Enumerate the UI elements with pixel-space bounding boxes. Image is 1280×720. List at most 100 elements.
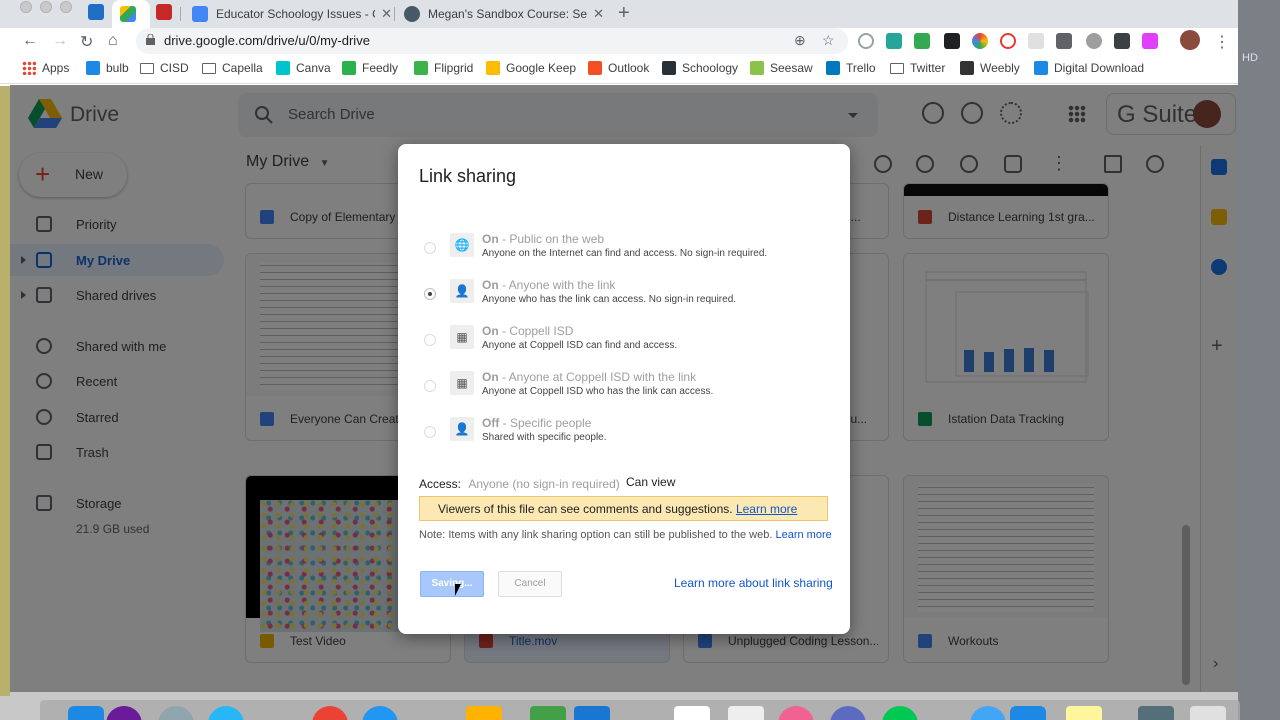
bookmark-label: Outlook [608, 61, 650, 75]
bookmark-label: Twitter [910, 61, 946, 75]
drive-favicon-icon [120, 6, 136, 22]
sharing-option[interactable]: 👤 On - Anyone with the link Anyone who has… [398, 278, 850, 324]
bookmark-label: Trello [846, 61, 876, 75]
bookmark-favicon-icon [1034, 61, 1048, 75]
dock-keynote-icon[interactable] [574, 706, 610, 720]
extension-red-icon[interactable] [1000, 33, 1016, 49]
bookmark-twitter[interactable]: Twitter [890, 61, 945, 75]
bookmark-label: Weebly [980, 61, 1020, 75]
option-title: On - Coppell ISD [482, 324, 573, 338]
dialog-title: Link sharing [419, 166, 517, 186]
extension-dark-icon[interactable] [1114, 33, 1130, 49]
extension-chrome-icon[interactable] [972, 33, 988, 49]
radio-button[interactable] [424, 426, 436, 438]
bookmark-digital-download[interactable]: Digital Download [1034, 61, 1144, 75]
bookmark-google-keep[interactable]: Google Keep [486, 61, 576, 75]
sharing-option[interactable]: ▦ On - Anyone at Coppell ISD with the lin… [398, 370, 850, 416]
forward-button[interactable]: → [52, 32, 68, 50]
bookmark-flipgrid[interactable]: Flipgrid [414, 61, 473, 75]
dock-launchpad-icon[interactable] [158, 706, 194, 720]
tab-educator-schoology[interactable]: Educator Schoology Issues - G ✕ [184, 0, 392, 28]
bookmark-cisd[interactable]: CISD [140, 61, 189, 75]
close-tab-icon[interactable]: ✕ [593, 6, 604, 22]
bookmark-star-icon[interactable]: ☆ [822, 32, 835, 49]
pinned-tab-red[interactable] [156, 4, 172, 20]
drive-pinned-tab[interactable] [112, 0, 150, 28]
close-tab-icon[interactable]: ✕ [381, 6, 392, 22]
cancel-button[interactable]: Cancel [498, 571, 562, 597]
save-button[interactable]: Saving... [420, 571, 484, 597]
bookmark-feedly[interactable]: Feedly [342, 61, 398, 75]
dock-facetime-icon[interactable] [882, 706, 918, 720]
banner-text: Viewers of this file can see comments an… [438, 502, 733, 516]
globe-icon: 🌐 [450, 233, 474, 257]
sharing-option[interactable]: ▦ On - Coppell ISD Anyone at Coppell ISD c… [398, 324, 850, 370]
link-sharing-dialog: Link sharing 🌐 On - Public on the web Anyo… [398, 144, 850, 634]
dock-numbers-icon[interactable] [530, 706, 566, 720]
dock-messages-icon[interactable] [1010, 706, 1046, 720]
extension-magenta-icon[interactable] [1142, 33, 1158, 49]
new-tab-button[interactable]: + [618, 2, 630, 25]
bookmark-label: Schoology [682, 61, 739, 75]
dock-screenshot-icon[interactable] [1138, 706, 1174, 720]
extension-black-icon[interactable] [944, 33, 960, 49]
home-button[interactable]: ⌂ [108, 32, 118, 50]
dock-siri-icon[interactable] [106, 706, 142, 720]
zoom-window-button[interactable] [60, 1, 72, 13]
radio-button[interactable] [424, 380, 436, 392]
dock-stickies-icon[interactable] [1066, 706, 1102, 720]
dock-finder-icon[interactable] [68, 706, 104, 720]
install-icon[interactable]: ⊕ [794, 32, 806, 49]
chrome-menu-icon[interactable]: ⋮ [1214, 32, 1230, 52]
extension-gray-icon[interactable] [1028, 33, 1044, 49]
radio-button[interactable] [424, 242, 436, 254]
extension-screencast-icon[interactable] [886, 33, 902, 49]
bookmark-label: Google Keep [506, 61, 577, 75]
bookmark-favicon-icon [750, 61, 764, 75]
dock-safari-icon[interactable] [362, 706, 398, 720]
desktop-background-left [0, 86, 10, 696]
close-window-button[interactable] [20, 1, 32, 13]
sharing-option[interactable]: 👤 Off - Specific people Shared with specif… [398, 416, 850, 462]
tab-megans-sandbox[interactable]: Megan's Sandbox Course: Sec ✕ [396, 0, 604, 28]
dock-pages-icon[interactable] [466, 706, 502, 720]
bookmark-label: Capella [222, 61, 263, 75]
bookmark-weebly[interactable]: Weebly [960, 61, 1020, 75]
access-permission-dropdown[interactable]: Can view [626, 475, 675, 489]
bookmark-capella[interactable]: Capella [202, 61, 263, 75]
outlook-pinned-tab[interactable] [88, 4, 104, 20]
note-learn-more-link[interactable]: Learn more [775, 529, 831, 541]
desktop-label: HD [1242, 52, 1258, 64]
dock-chrome-icon[interactable] [312, 706, 348, 720]
bookmark-apps[interactable]: Apps [22, 61, 69, 75]
extension-tool-icon[interactable] [1056, 33, 1072, 49]
bookmark-label: Apps [42, 61, 70, 75]
bookmark-canva[interactable]: Canva [276, 61, 331, 75]
bookmark-seesaw[interactable]: Seesaw [750, 61, 813, 75]
extension-green-icon[interactable] [914, 33, 930, 49]
dock-appstore-icon[interactable] [208, 706, 244, 720]
extension-help-icon[interactable] [858, 33, 874, 49]
address-bar[interactable]: drive.google.com/drive/u/0/my-drive ⊕ ☆ [136, 28, 848, 54]
bookmark-schoology[interactable]: Schoology [662, 61, 738, 75]
back-button[interactable]: ← [22, 32, 38, 50]
bookmark-bulb[interactable]: bulb [86, 61, 129, 75]
reload-button[interactable]: ↻ [80, 32, 93, 52]
banner-learn-more-link[interactable]: Learn more [736, 502, 797, 516]
radio-button[interactable] [424, 334, 436, 346]
learn-more-link-sharing-link[interactable]: Learn more about link sharing [674, 576, 833, 590]
minimize-window-button[interactable] [40, 1, 52, 13]
dock-photos-icon[interactable] [778, 706, 814, 720]
sharing-option[interactable]: 🌐 On - Public on the web Anyone on the Int… [398, 232, 850, 278]
dock-zoom-icon[interactable] [970, 706, 1006, 720]
extension-circle-icon[interactable] [1086, 33, 1102, 49]
bookmark-outlook[interactable]: Outlook [588, 61, 649, 75]
option-state: On [482, 278, 499, 292]
profile-avatar[interactable] [1180, 30, 1200, 50]
radio-button[interactable] [424, 288, 436, 300]
dock-calendar-icon[interactable] [674, 706, 710, 720]
dock-trash-icon[interactable] [1190, 706, 1226, 720]
dock-teams-icon[interactable] [830, 706, 866, 720]
bookmark-trello[interactable]: Trello [826, 61, 876, 75]
dock-reminders-icon[interactable] [728, 706, 764, 720]
